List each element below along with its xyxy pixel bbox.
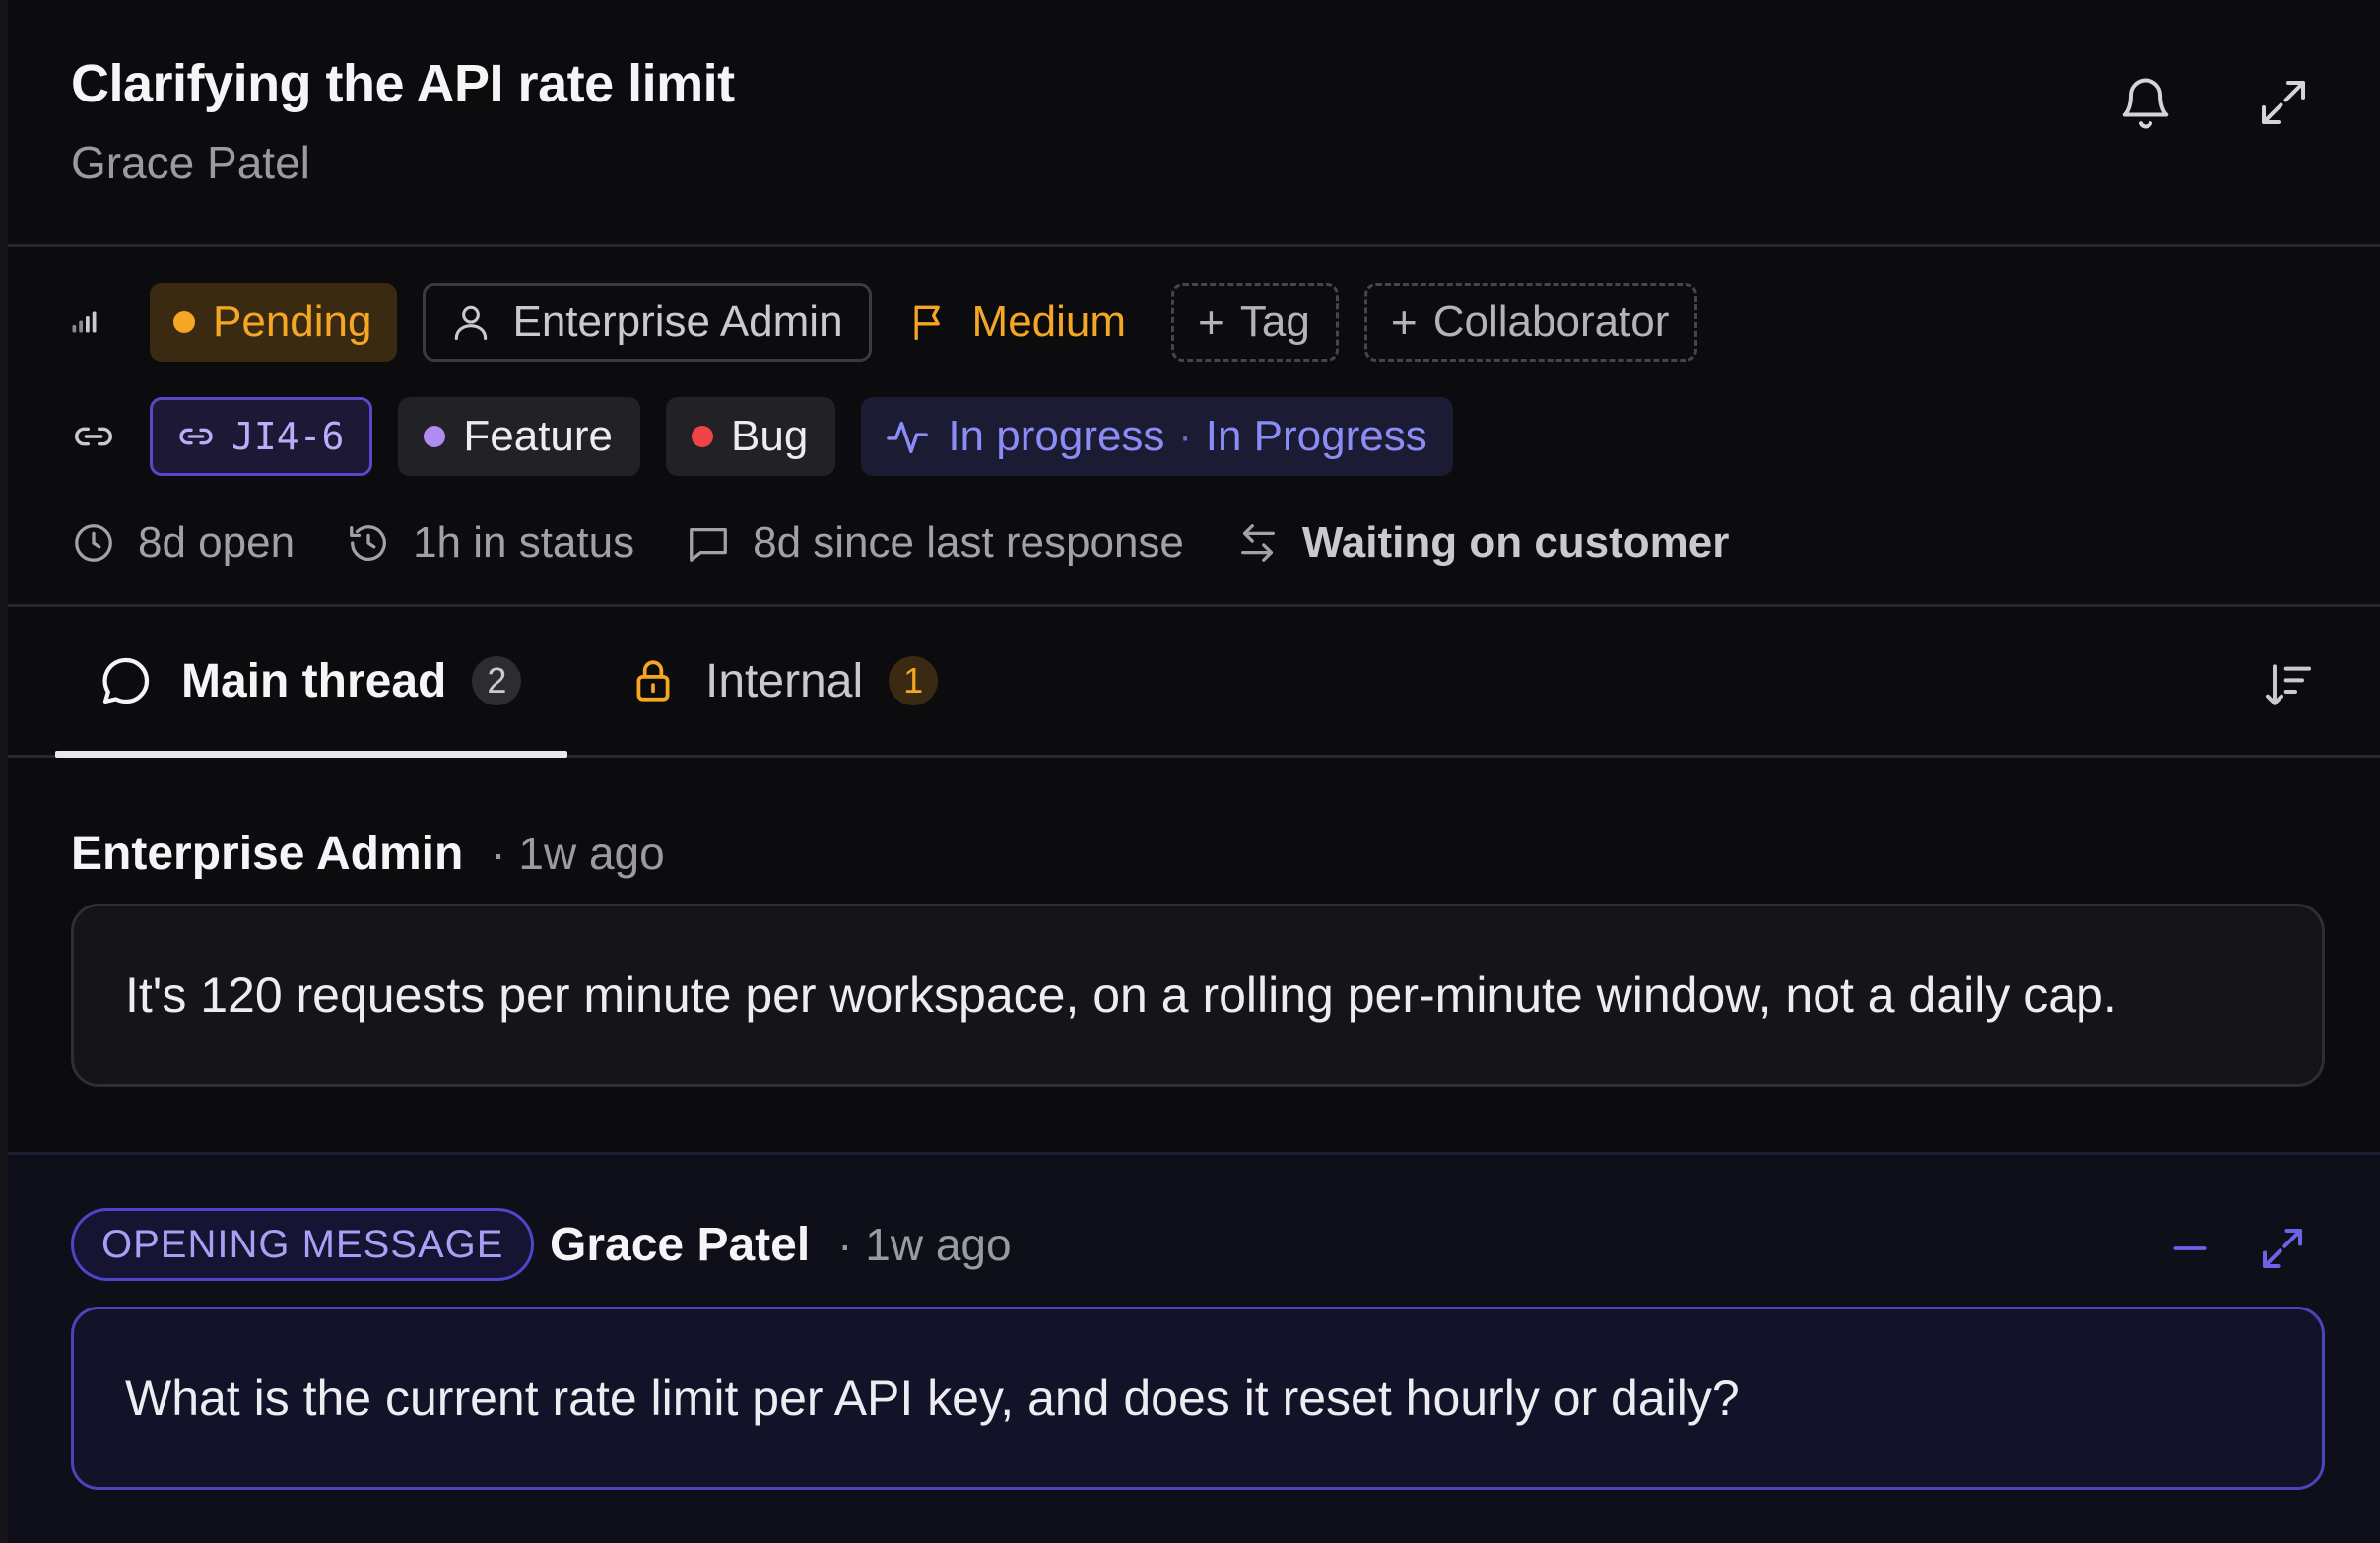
sort-button[interactable] (2254, 650, 2323, 719)
link-icon (71, 397, 126, 476)
message-body: It's 120 requests per minute per workspa… (71, 904, 2325, 1087)
progress-status-badge[interactable]: In progress · In Progress (861, 397, 1453, 476)
message-time: · 1w ago (491, 828, 665, 879)
label-feature[interactable]: Feature (398, 397, 641, 476)
priority-button[interactable]: Medium (907, 283, 1151, 362)
response-duration-text: 8d since last response (753, 518, 1184, 567)
waiting-text: Waiting on customer (1301, 518, 1730, 567)
stats-row: 8d open 1h in status 8d since last respo… (71, 503, 1780, 582)
expand-icon (2256, 1222, 2309, 1275)
status-duration: 1h in status (346, 518, 634, 568)
clock-icon (71, 520, 116, 566)
assignee-button[interactable]: Enterprise Admin (423, 283, 872, 362)
jira-link-badge[interactable]: JI4-6 (150, 397, 373, 476)
open-duration-text: 8d open (138, 518, 296, 567)
ticket-requester[interactable]: Grace Patel (71, 136, 310, 189)
priority-label: Medium (971, 298, 1127, 346)
plus-icon: + (1198, 297, 1224, 348)
properties-row: Pending Enterprise Admin Medium + Tag + … (71, 283, 1723, 362)
message-time: · 1w ago (837, 1219, 1012, 1270)
link-icon (176, 417, 216, 456)
status-label: Pending (213, 298, 372, 346)
links-row: JI4-6 Feature Bug In progress · In Progr… (71, 397, 1453, 476)
add-collaborator-button[interactable]: + Collaborator (1363, 283, 1698, 362)
status-badge[interactable]: Pending (150, 283, 398, 362)
expand-icon (2254, 73, 2313, 132)
ticket-meta: Pending Enterprise Admin Medium + Tag + … (8, 247, 2380, 607)
plus-icon: + (1390, 297, 1418, 348)
expand-button[interactable] (2244, 63, 2323, 142)
label-text: Bug (731, 412, 809, 460)
tab-label: Main thread (181, 654, 447, 707)
status-duration-text: 1h in status (413, 518, 635, 567)
ticket-title: Clarifying the API rate limit (71, 54, 735, 113)
collapse-message-button[interactable] (2155, 1214, 2224, 1283)
label-bug[interactable]: Bug (666, 397, 836, 476)
tab-count: 2 (472, 656, 522, 705)
notifications-button[interactable] (2106, 63, 2185, 142)
ticket-header: Clarifying the API rate limit Grace Pate… (8, 0, 2380, 247)
tab-main-thread[interactable]: Main thread 2 (55, 607, 567, 758)
jira-key: JI4-6 (231, 415, 345, 458)
flag-icon (907, 300, 951, 345)
tab-label: Internal (705, 654, 864, 707)
sort-icon (2261, 657, 2316, 712)
message-header: Enterprise Admin · 1w ago (71, 827, 665, 881)
swap-icon (1235, 520, 1281, 566)
active-tab-indicator (55, 751, 567, 758)
response-duration: 8d since last response (686, 518, 1184, 568)
chat-icon (686, 520, 731, 566)
tab-internal[interactable]: Internal 1 (628, 607, 939, 755)
add-collaborator-label: Collaborator (1432, 298, 1670, 346)
history-icon (346, 520, 391, 566)
ticket-app: Clarifying the API rate limit Grace Pate… (0, 0, 2380, 1543)
chat-bubble-icon (99, 653, 154, 708)
message-reply: Enterprise Admin · 1w ago It's 120 reque… (8, 758, 2380, 1152)
add-tag-button[interactable]: + Tag (1171, 283, 1339, 362)
activity-icon (885, 414, 930, 459)
message-opening: OPENING MESSAGE Grace Patel · 1w ago Wha… (8, 1152, 2380, 1543)
status-dot (173, 311, 195, 333)
progress-status: In progress (948, 412, 1165, 460)
ticket-panel: Clarifying the API rate limit Grace Pate… (8, 0, 2380, 1543)
expand-message-button[interactable] (2248, 1214, 2317, 1283)
message-author[interactable]: Enterprise Admin (71, 827, 463, 881)
open-duration: 8d open (71, 518, 295, 568)
opening-message-badge: OPENING MESSAGE (71, 1208, 535, 1281)
message-body: What is the current rate limit per API k… (71, 1307, 2325, 1490)
left-edge (0, 0, 8, 1543)
minimize-icon (2168, 1227, 2212, 1270)
lock-icon (628, 654, 678, 707)
progress-state: In Progress (1205, 412, 1427, 460)
tab-count: 1 (889, 656, 939, 705)
user-icon (449, 301, 493, 344)
waiting-state: Waiting on customer (1235, 518, 1730, 568)
label-dot (692, 426, 714, 447)
separator-dot: · (1178, 414, 1192, 458)
label-text: Feature (463, 412, 614, 460)
assignee-label: Enterprise Admin (512, 298, 843, 346)
signal-icon (71, 283, 126, 362)
add-tag-label: Tag (1239, 298, 1310, 346)
label-dot (424, 426, 446, 447)
message-author[interactable]: Grace Patel (550, 1218, 810, 1272)
bell-icon (2116, 71, 2175, 134)
thread-tabs: Main thread 2 Internal 1 (8, 607, 2380, 758)
message-header: Grace Patel · 1w ago (550, 1218, 1012, 1272)
